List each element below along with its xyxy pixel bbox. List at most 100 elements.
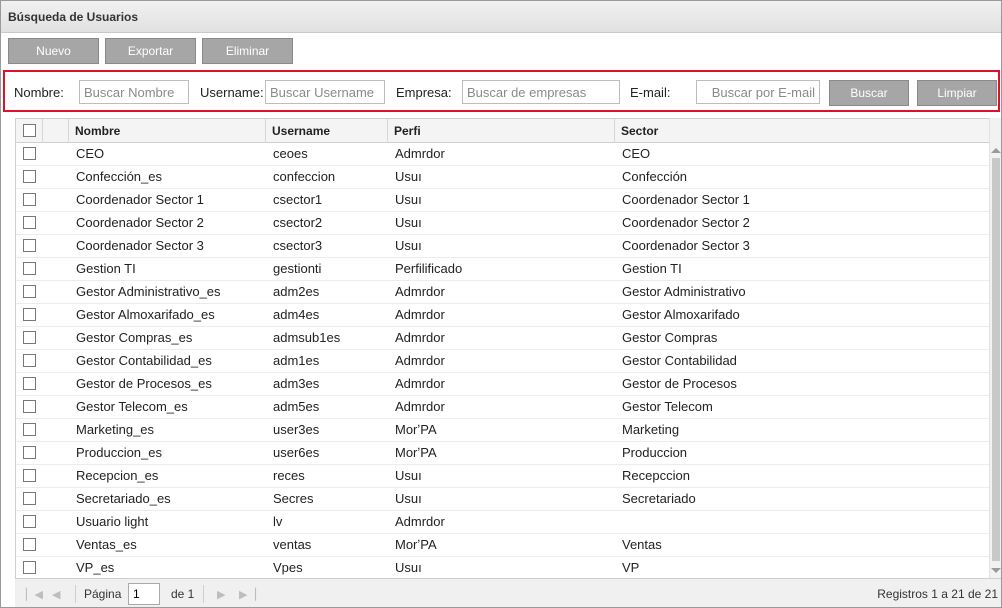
- row-checkbox[interactable]: [23, 216, 36, 229]
- nombre-search-input[interactable]: [79, 80, 189, 104]
- row-checkbox[interactable]: [23, 331, 36, 344]
- page-total-label: de 1: [171, 587, 195, 601]
- cell-perfil: Admrdor: [395, 330, 445, 345]
- username-label: Username:: [200, 85, 264, 100]
- table-row[interactable]: Gestor Administrativo_es adm2es Admrdor Ges…: [16, 281, 989, 304]
- table-row[interactable]: Marketing_es user3es MorʼPA Marketing: [16, 419, 989, 442]
- next-page-icon[interactable]: ▶: [217, 588, 225, 601]
- table-row[interactable]: Gestor Compras_es admsub1es Admrdor Gestor …: [16, 327, 989, 350]
- cell-nombre: Produccion_es: [76, 445, 162, 460]
- row-checkbox[interactable]: [23, 262, 36, 275]
- cell-perfil: Usuı: [395, 192, 422, 207]
- toolbar: Nuevo Exportar Eliminar: [1, 33, 1001, 69]
- row-checkbox[interactable]: [23, 193, 36, 206]
- table-row[interactable]: Coordenador Sector 1 csector1 Usuı Coordena…: [16, 189, 989, 212]
- cell-username: adm3es: [273, 376, 320, 391]
- prev-page-icon[interactable]: ◀: [52, 588, 60, 601]
- cell-nombre: Gestor Contabilidad_es: [76, 353, 212, 368]
- cell-username: ventas: [273, 537, 312, 552]
- cell-perfil: MorʼPA: [395, 422, 437, 437]
- cell-perfil: Admrdor: [395, 353, 445, 368]
- email-label: E-mail:: [630, 85, 671, 100]
- cell-perfil: Usuı: [395, 238, 422, 253]
- table-row[interactable]: Gestor de Procesos_es adm3es Admrdor Gestor…: [16, 373, 989, 396]
- empresa-search-input[interactable]: [462, 80, 620, 104]
- scrollbar-thumb[interactable]: [992, 158, 1000, 561]
- users-grid: Nombre Username Perfi Sector CEO ceoes Adm…: [15, 118, 1001, 578]
- vertical-scrollbar[interactable]: [989, 118, 1001, 578]
- clear-button[interactable]: Limpiar: [917, 80, 997, 106]
- cell-perfil: Usuı: [395, 491, 422, 506]
- row-checkbox[interactable]: [23, 515, 36, 528]
- cell-perfil: Admrdor: [395, 514, 445, 529]
- cell-sector: CEO: [622, 146, 651, 161]
- cell-nombre: Gestor Telecom_es: [76, 399, 188, 414]
- scroll-up-icon[interactable]: [991, 148, 1001, 153]
- table-row[interactable]: Ventas_es ventas MorʼPA Ventas: [16, 534, 989, 557]
- select-all-checkbox[interactable]: [23, 124, 36, 137]
- table-row[interactable]: Gestor Telecom_es adm5es Admrdor Gestor Tel…: [16, 396, 989, 419]
- cell-username: confeccion: [273, 169, 336, 184]
- column-header-username[interactable]: Username: [265, 119, 387, 143]
- table-row[interactable]: Coordenador Sector 2 csector2 Usuı Coordena…: [16, 212, 989, 235]
- scroll-down-icon[interactable]: [991, 568, 1001, 573]
- row-checkbox[interactable]: [23, 492, 36, 505]
- email-search-input[interactable]: [696, 80, 820, 104]
- cell-sector: Gestor Contabilidad: [622, 353, 737, 368]
- pagination-bar: ▏◀ ◀ Página de 1 ▶ ▶▕ Registros 1 a 21 d…: [15, 578, 1001, 607]
- row-checkbox[interactable]: [23, 469, 36, 482]
- row-checkbox[interactable]: [23, 147, 36, 160]
- cell-nombre: Coordenador Sector 2: [76, 215, 204, 230]
- first-page-icon[interactable]: ▏◀: [26, 588, 43, 601]
- table-row[interactable]: Usuario light lv Admrdor: [16, 511, 989, 534]
- cell-sector: Gestor Compras: [622, 330, 718, 345]
- table-row[interactable]: CEO ceoes Admrdor CEO: [16, 143, 989, 166]
- table-row[interactable]: Secretariado_es Secres Usuı Secretariado: [16, 488, 989, 511]
- last-page-icon[interactable]: ▶▕: [239, 588, 256, 601]
- row-checkbox[interactable]: [23, 285, 36, 298]
- table-row[interactable]: Produccion_es user6es MorʼPA Produccion: [16, 442, 989, 465]
- cell-sector: Ventas: [622, 537, 662, 552]
- search-filter-bar: Nombre: Username: Empresa: E-mail: Busca…: [3, 70, 1000, 112]
- cell-sector: VP: [622, 560, 640, 575]
- export-button[interactable]: Exportar: [105, 38, 196, 64]
- row-checkbox[interactable]: [23, 354, 36, 367]
- delete-button[interactable]: Eliminar: [202, 38, 293, 64]
- column-header-perfil[interactable]: Perfi: [387, 119, 614, 143]
- column-header-sector[interactable]: Sector: [614, 119, 1001, 143]
- cell-perfil: Admrdor: [395, 284, 445, 299]
- table-row[interactable]: Recepcion_es reces Usuı Recepccion: [16, 465, 989, 488]
- cell-username: adm4es: [273, 307, 320, 322]
- cell-perfil: Admrdor: [395, 376, 445, 391]
- row-checkbox[interactable]: [23, 377, 36, 390]
- row-checkbox[interactable]: [23, 423, 36, 436]
- row-checkbox[interactable]: [23, 538, 36, 551]
- table-row[interactable]: Coordenador Sector 3 csector3 Usuı Coordena…: [16, 235, 989, 258]
- cell-sector: Gestor de Procesos: [622, 376, 737, 391]
- row-checkbox[interactable]: [23, 561, 36, 574]
- cell-perfil: Admrdor: [395, 146, 445, 161]
- table-row[interactable]: Gestor Almoxarifado_es adm4es Admrdor Gesto…: [16, 304, 989, 327]
- table-row[interactable]: Confección_es confeccion Usuı Confección: [16, 166, 989, 189]
- row-checkbox[interactable]: [23, 170, 36, 183]
- cell-sector: Gestion TI: [622, 261, 682, 276]
- row-checkbox[interactable]: [23, 239, 36, 252]
- username-search-input[interactable]: [265, 80, 385, 104]
- cell-username: Vpes: [273, 560, 303, 575]
- table-row[interactable]: Gestor Contabilidad_es adm1es Admrdor Gesto…: [16, 350, 989, 373]
- cell-nombre: Gestor de Procesos_es: [76, 376, 212, 391]
- cell-nombre: Coordenador Sector 3: [76, 238, 204, 253]
- cell-nombre: VP_es: [76, 560, 115, 575]
- new-button[interactable]: Nuevo: [8, 38, 99, 64]
- search-button[interactable]: Buscar: [829, 80, 909, 106]
- cell-nombre: Gestor Administrativo_es: [76, 284, 221, 299]
- page-number-input[interactable]: [128, 583, 160, 605]
- row-checkbox[interactable]: [23, 446, 36, 459]
- table-row[interactable]: VP_es Vpes Usuı VP: [16, 557, 989, 578]
- row-checkbox[interactable]: [23, 400, 36, 413]
- cell-nombre: Recepcion_es: [76, 468, 159, 483]
- table-row[interactable]: Gestion TI gestionti Perfilificado Gestion …: [16, 258, 989, 281]
- cell-perfil: Perfilificado: [395, 261, 463, 276]
- row-checkbox[interactable]: [23, 308, 36, 321]
- column-header-nombre[interactable]: Nombre: [68, 119, 265, 143]
